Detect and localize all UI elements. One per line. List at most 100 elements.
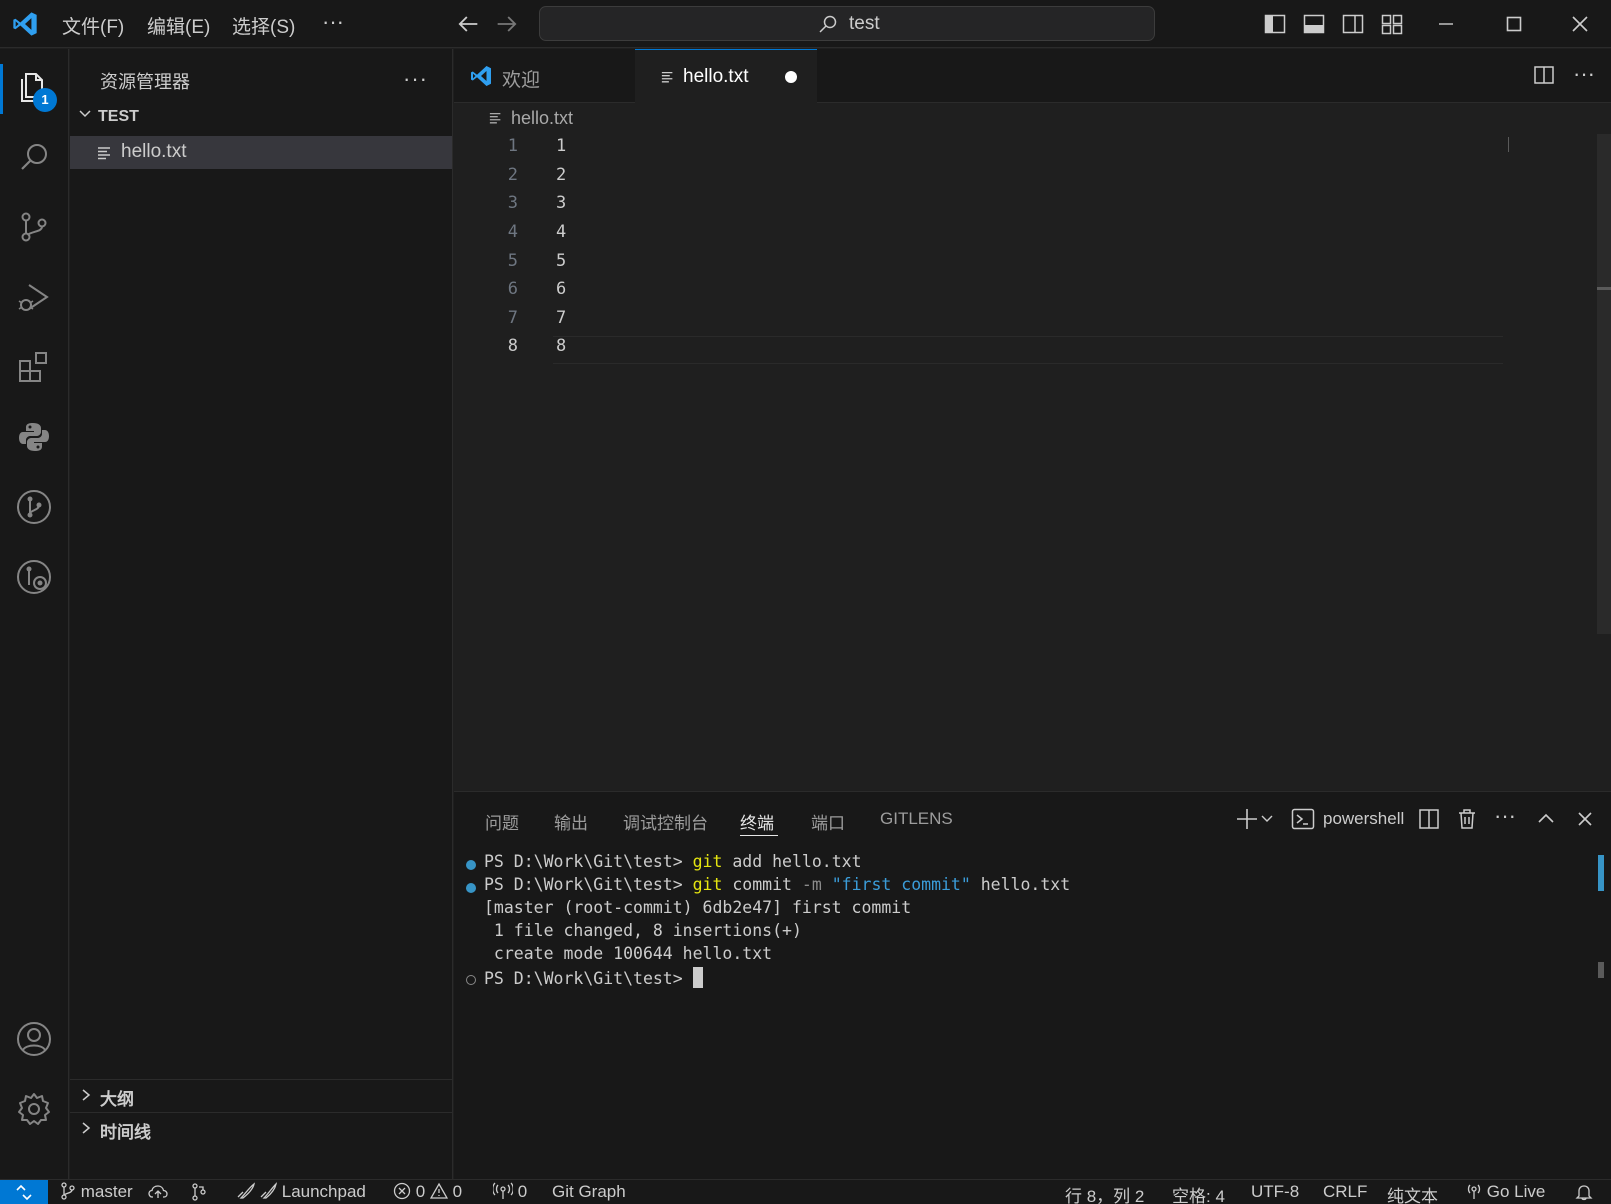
new-terminal-plus-icon[interactable] <box>1234 806 1260 832</box>
panel-tab-gitlens[interactable]: GITLENS <box>880 809 953 829</box>
bell-icon[interactable] <box>1575 1183 1593 1201</box>
forward-arrow-icon[interactable] <box>493 10 521 38</box>
gitlens-icon[interactable] <box>14 557 54 597</box>
panel-tab-problems[interactable]: 问题 <box>485 809 519 834</box>
line-number: 4 <box>507 222 518 242</box>
editor-more-button[interactable]: ··· <box>1573 61 1595 87</box>
terminal-command: git <box>692 875 723 894</box>
breadcrumb[interactable]: hello.txt <box>489 108 573 129</box>
tab-hello-txt[interactable]: hello.txt <box>635 49 817 103</box>
text-file-icon <box>661 71 673 83</box>
file-item-hello-txt[interactable]: hello.txt <box>70 136 452 169</box>
broadcast-icon <box>492 1182 514 1199</box>
python-icon[interactable] <box>14 417 54 457</box>
line-number: 3 <box>507 193 518 213</box>
text-file-icon <box>489 112 501 124</box>
terminal-line: create mode 100644 hello.txt <box>484 944 773 963</box>
eol-status[interactable]: CRLF <box>1323 1182 1367 1202</box>
extensions-icon[interactable] <box>14 347 54 387</box>
timeline-label: 时间线 <box>100 1123 151 1142</box>
command-success-dot-icon[interactable] <box>466 883 476 893</box>
split-editor-icon[interactable] <box>1533 64 1555 86</box>
indentation-status[interactable]: 空格: 4 <box>1172 1182 1225 1204</box>
maximize-panel-chevron-up-icon[interactable] <box>1533 806 1559 832</box>
menu-edit[interactable]: 编辑(E) <box>147 12 210 39</box>
run-debug-icon[interactable] <box>14 277 54 317</box>
panel-tab-debug-console[interactable]: 调试控制台 <box>623 809 708 834</box>
command-success-dot-icon[interactable] <box>466 860 476 870</box>
search-icon <box>819 15 837 33</box>
line-number: 5 <box>507 251 518 271</box>
line-number: 6 <box>507 279 518 299</box>
editor-line: 88 <box>454 333 1504 361</box>
trash-icon[interactable] <box>1454 806 1480 832</box>
scrollbar-cursor-marker <box>1597 287 1611 290</box>
active-indicator <box>0 64 3 114</box>
terminal-shell-label[interactable]: powershell <box>1323 809 1404 829</box>
encoding-status[interactable]: UTF-8 <box>1251 1182 1299 1202</box>
branch-name: master <box>80 1182 133 1201</box>
customize-layout-icon[interactable] <box>1380 12 1404 36</box>
terminal-string: "first commit" <box>821 875 971 894</box>
chevron-right-icon <box>82 1122 91 1134</box>
ports-status[interactable]: 0 <box>492 1182 528 1202</box>
unsaved-dot-icon[interactable] <box>785 71 797 83</box>
search-icon[interactable] <box>14 137 54 177</box>
go-live-status[interactable]: Go Live <box>1466 1182 1545 1202</box>
timeline-section[interactable]: 时间线 <box>70 1112 452 1144</box>
go-live-label: Go Live <box>1486 1182 1546 1201</box>
folder-section-test[interactable]: TEST <box>78 107 139 126</box>
ports-count: 0 <box>517 1182 528 1201</box>
toggle-panel-icon[interactable] <box>1302 12 1326 36</box>
language-mode-status[interactable]: 纯文本 <box>1387 1182 1438 1204</box>
editor-line: 66 <box>454 276 1504 304</box>
terminal-line: [master (root-commit) 6db2e47] first com… <box>484 898 912 917</box>
toggle-primary-sidebar-icon[interactable] <box>1263 12 1287 36</box>
back-arrow-icon[interactable] <box>454 10 482 38</box>
remote-indicator[interactable] <box>0 1180 48 1204</box>
git-graph-icon[interactable] <box>14 487 54 527</box>
git-compare-icon[interactable] <box>190 1183 208 1201</box>
chevron-down-icon[interactable] <box>1260 806 1274 832</box>
tab-label: 欢迎 <box>502 70 541 91</box>
line-number: 2 <box>507 165 518 185</box>
launchpad-status[interactable]: Launchpad <box>235 1182 366 1202</box>
vscode-logo-icon <box>471 66 491 86</box>
maximize-icon[interactable] <box>1502 12 1526 36</box>
split-terminal-icon[interactable] <box>1416 806 1442 832</box>
terminal-prompt: PS D:\Work\Git\test> <box>484 875 693 894</box>
close-window-icon[interactable] <box>1568 12 1592 36</box>
outline-section[interactable]: 大纲 <box>70 1079 452 1111</box>
panel-tab-output[interactable]: 输出 <box>554 809 588 834</box>
terminal-scroll-thumb[interactable] <box>1598 962 1604 978</box>
terminal-scrollbar[interactable] <box>1598 855 1604 891</box>
panel-tab-ports[interactable]: 端口 <box>811 809 845 834</box>
problems-status[interactable]: 0 0 <box>393 1182 462 1202</box>
editor-scrollbar[interactable] <box>1597 134 1611 634</box>
editor-line: 77 <box>454 305 1504 333</box>
gear-icon[interactable] <box>14 1089 54 1129</box>
tab-welcome[interactable]: 欢迎 <box>454 49 635 103</box>
git-branch-icon <box>61 1182 75 1200</box>
source-control-icon[interactable] <box>14 207 54 247</box>
code-editor[interactable]: 11 22 33 44 55 66 77 88 <box>454 133 1611 791</box>
cloud-publish-icon[interactable] <box>148 1184 168 1200</box>
git-graph-status[interactable]: Git Graph <box>552 1182 626 1202</box>
toggle-secondary-sidebar-icon[interactable] <box>1341 12 1365 36</box>
menu-file[interactable]: 文件(F) <box>62 12 124 39</box>
cursor-position-status[interactable]: 行 8，列 2 <box>1065 1182 1144 1204</box>
status-bar: master Launchpad 0 0 0 Git Graph 行 8，列 2… <box>0 1179 1611 1204</box>
panel-tab-terminal[interactable]: 终端 <box>740 809 774 834</box>
menu-selection[interactable]: 选择(S) <box>232 12 295 39</box>
branch-status[interactable]: master <box>60 1182 133 1202</box>
folder-label: TEST <box>98 108 139 125</box>
minimize-icon[interactable] <box>1434 12 1458 36</box>
panel-more-button[interactable]: ··· <box>1494 803 1516 829</box>
close-panel-icon[interactable] <box>1572 806 1598 832</box>
editor-line: 22 <box>454 162 1504 190</box>
explorer-badge: 1 <box>33 88 57 112</box>
menu-more[interactable]: ··· <box>322 9 344 35</box>
command-center-search[interactable]: test <box>539 6 1155 41</box>
accounts-icon[interactable] <box>14 1019 54 1059</box>
sidebar-more-button[interactable]: ··· <box>403 66 428 92</box>
